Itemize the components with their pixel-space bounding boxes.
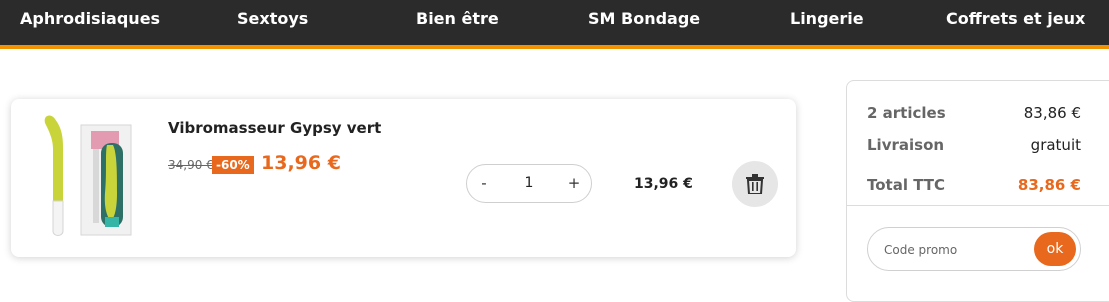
nav-item-aphrodisiaques[interactable]: Aphrodisiaques <box>20 0 160 45</box>
line-total: 13,96 € <box>634 176 693 192</box>
nav-item-sextoys[interactable]: Sextoys <box>237 0 308 45</box>
product-price: 13,96 € <box>261 152 341 174</box>
nav-item-bien-etre[interactable]: Bien être <box>416 0 499 45</box>
promo-submit-button[interactable]: ok <box>1034 232 1076 266</box>
promo-code-form: ok <box>867 227 1081 271</box>
quantity-decrease-button[interactable]: - <box>469 165 499 202</box>
promo-code-input[interactable] <box>882 239 1026 261</box>
nav-item-coffrets-et-jeux[interactable]: Coffrets et jeux <box>946 0 1085 45</box>
old-price: 34,90 € <box>168 158 214 172</box>
articles-value: 83,86 € <box>1023 104 1081 122</box>
trash-icon <box>746 174 764 194</box>
total-value: 83,86 € <box>1017 176 1081 194</box>
total-label: Total TTC <box>867 176 946 194</box>
quantity-increase-button[interactable]: + <box>559 165 589 202</box>
order-summary: 2 articles 83,86 € Livraison gratuit Tot… <box>846 80 1109 302</box>
summary-divider <box>847 205 1109 206</box>
articles-label: 2 articles <box>867 104 946 122</box>
cart-item-card: Vibromasseur Gypsy vert 34,90 € -60% 13,… <box>11 99 796 257</box>
main-nav: Aphrodisiaques Sextoys Bien être SM Bond… <box>0 0 1109 49</box>
quantity-value[interactable]: 1 <box>507 165 551 202</box>
quantity-stepper: - 1 + <box>466 164 592 203</box>
delivery-label: Livraison <box>867 136 945 154</box>
discount-badge: -60% <box>212 156 254 174</box>
product-name[interactable]: Vibromasseur Gypsy vert <box>168 119 381 137</box>
delete-item-button[interactable] <box>732 161 778 207</box>
nav-item-lingerie[interactable]: Lingerie <box>790 0 864 45</box>
delivery-value: gratuit <box>1030 136 1081 154</box>
nav-item-sm-bondage[interactable]: SM Bondage <box>588 0 700 45</box>
product-image[interactable] <box>41 113 141 239</box>
